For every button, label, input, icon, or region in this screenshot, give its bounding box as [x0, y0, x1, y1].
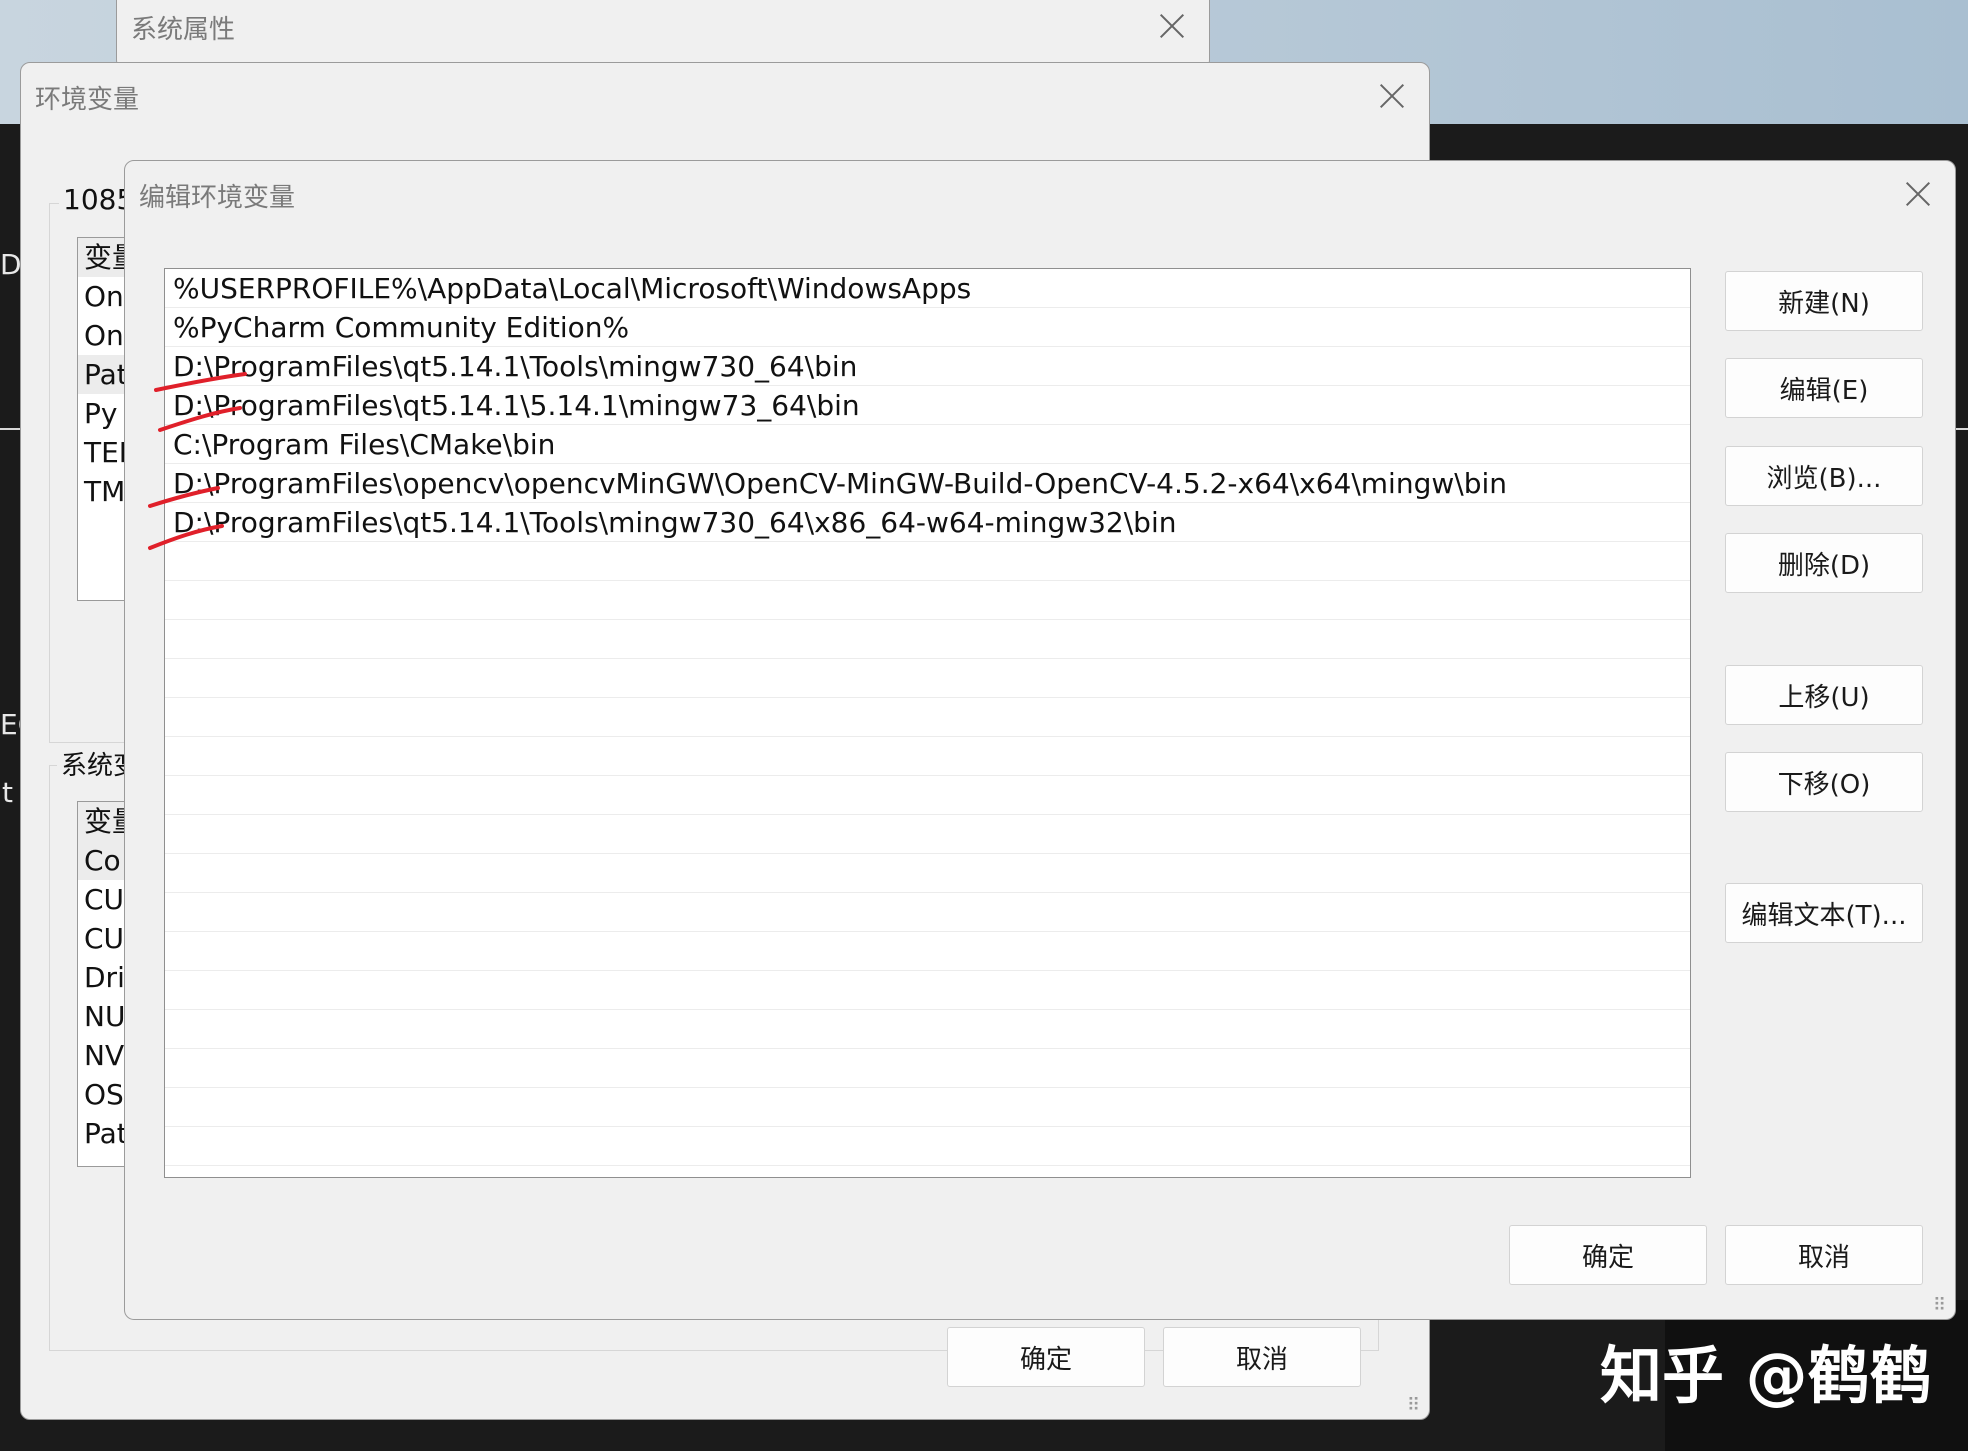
empty-row[interactable] [165, 932, 1690, 971]
empty-row[interactable] [165, 854, 1690, 893]
path-list-item[interactable]: %PyCharm Community Edition% [165, 308, 1690, 347]
path-list-item[interactable]: D:\ProgramFiles\qt5.14.1\Tools\mingw730_… [165, 503, 1690, 542]
edit-button[interactable]: 编辑(E) [1725, 358, 1923, 418]
empty-row[interactable] [165, 815, 1690, 854]
move-down-button[interactable]: 下移(O) [1725, 752, 1923, 812]
empty-row[interactable] [165, 620, 1690, 659]
environment-variables-title: 环境变量 [35, 85, 140, 115]
desktop-edge-text: D [0, 248, 22, 281]
path-list-item[interactable]: %USERPROFILE%\AppData\Local\Microsoft\Wi… [165, 269, 1690, 308]
edit-cancel-button[interactable]: 取消 [1725, 1225, 1923, 1285]
empty-row[interactable] [165, 776, 1690, 815]
edit-ok-button[interactable]: 确定 [1509, 1225, 1707, 1285]
path-list-item[interactable]: D:\ProgramFiles\qt5.14.1\Tools\mingw730_… [165, 347, 1690, 386]
system-properties-close-icon[interactable] [1159, 13, 1185, 39]
zhihu-watermark: 知乎 @鹤鹤 [1600, 1339, 1932, 1412]
delete-button[interactable]: 删除(D) [1725, 533, 1923, 593]
path-list-item[interactable]: D:\ProgramFiles\qt5.14.1\5.14.1\mingw73_… [165, 386, 1690, 425]
system-properties-window[interactable]: 系统属性 [116, 0, 1210, 70]
empty-row[interactable] [165, 542, 1690, 581]
empty-row[interactable] [165, 581, 1690, 620]
path-list-item[interactable]: C:\Program Files\CMake\bin [165, 425, 1690, 464]
move-up-button[interactable]: 上移(U) [1725, 665, 1923, 725]
desktop-edge-text: t [2, 776, 13, 809]
edit-dialog-close-icon[interactable] [1905, 181, 1931, 207]
empty-row[interactable] [165, 1010, 1690, 1049]
path-list[interactable]: %USERPROFILE%\AppData\Local\Microsoft\Wi… [164, 268, 1691, 1178]
environment-variables-close-icon[interactable] [1379, 83, 1405, 109]
empty-row[interactable] [165, 1049, 1690, 1088]
new-button[interactable]: 新建(N) [1725, 271, 1923, 331]
empty-row[interactable] [165, 1088, 1690, 1127]
resize-grip-icon[interactable]: ⠿ [1933, 1295, 1946, 1316]
resize-grip-icon[interactable]: ⠿ [1407, 1395, 1420, 1416]
desktop-divider-left [0, 428, 22, 430]
env-cancel-button[interactable]: 取消 [1163, 1327, 1361, 1387]
empty-row[interactable] [165, 893, 1690, 932]
empty-row[interactable] [165, 737, 1690, 776]
path-list-item[interactable]: D:\ProgramFiles\opencv\opencvMinGW\OpenC… [165, 464, 1690, 503]
empty-row[interactable] [165, 1127, 1690, 1166]
browse-button[interactable]: 浏览(B)... [1725, 446, 1923, 506]
env-ok-button[interactable]: 确定 [947, 1327, 1145, 1387]
empty-row[interactable] [165, 659, 1690, 698]
empty-row[interactable] [165, 971, 1690, 1010]
system-properties-title: 系统属性 [131, 15, 236, 45]
empty-row[interactable] [165, 698, 1690, 737]
edit-text-button[interactable]: 编辑文本(T)... [1725, 883, 1923, 943]
edit-dialog-title: 编辑环境变量 [139, 183, 296, 213]
